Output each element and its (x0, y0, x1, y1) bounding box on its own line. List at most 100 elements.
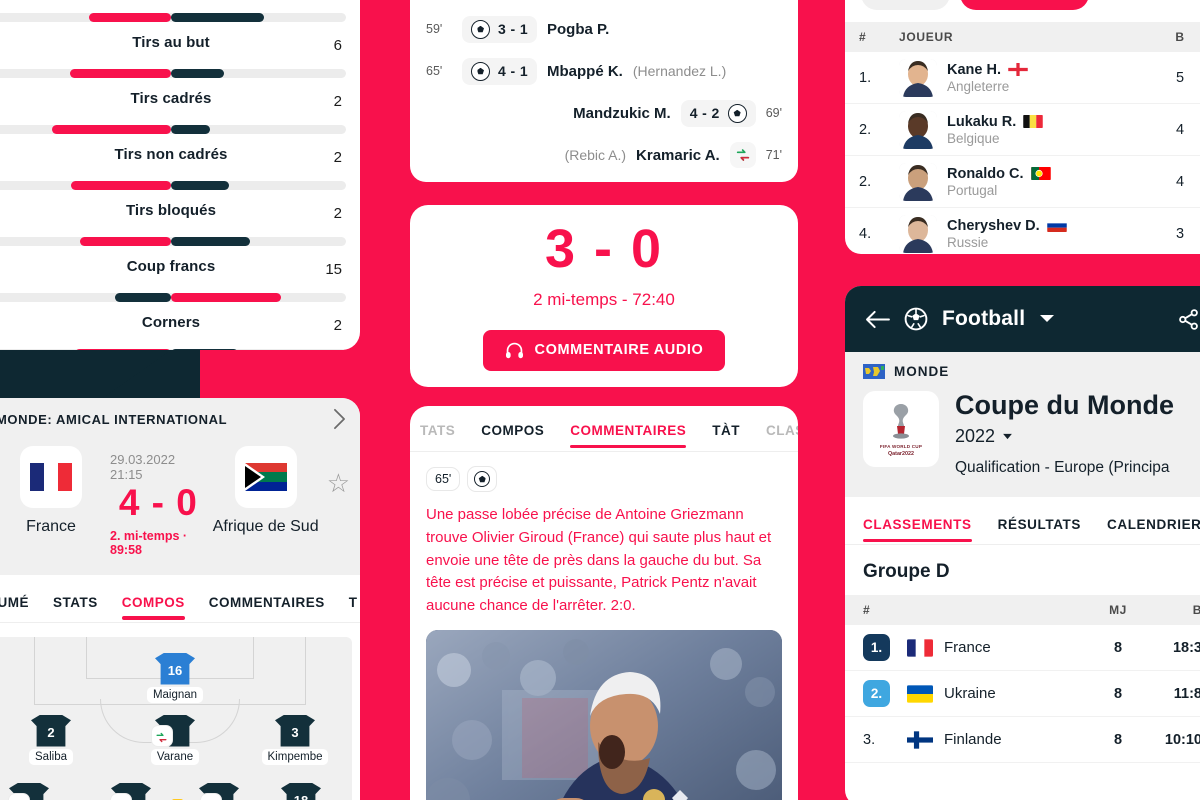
chevron-down-icon[interactable] (1002, 433, 1013, 440)
sport-name: Football (942, 307, 1026, 330)
col-rank: # (863, 603, 871, 618)
standings-mj: 8 (1113, 731, 1123, 748)
back-arrow-icon[interactable] (865, 310, 890, 329)
soccer-ball-icon (904, 307, 928, 331)
belgium-flag-icon (1023, 115, 1044, 128)
away-team[interactable]: Afrique de Sud (207, 446, 325, 536)
scorer-row[interactable]: 1. Kane H. Angleterre 5 (845, 52, 1200, 104)
event-score: 4 - 1 (498, 63, 529, 79)
standings-b: 18:3 (1172, 639, 1200, 656)
event-minute: 71' (765, 148, 782, 162)
avatar (899, 162, 937, 201)
standings-row[interactable]: 2. Ukraine 8 11:8 (845, 671, 1200, 718)
competition-navbar: Football (845, 286, 1200, 352)
share-icon[interactable] (1177, 308, 1200, 331)
audio-commentary-button[interactable]: COMMENTAIRE AUDIO (482, 329, 726, 371)
event-chip: 3 - 1 (462, 15, 538, 43)
stat-bar (0, 237, 346, 246)
commentaries-tabbar: TATS COMPOS COMMENTAIRES TÀT CLASSEME (410, 406, 798, 452)
standings-row[interactable]: 1. France 8 18:3 (845, 625, 1200, 672)
competition-season[interactable]: 2022 (955, 426, 1200, 447)
standings-rank: 3. (863, 732, 907, 748)
event-score: 4 - 2 (689, 105, 720, 121)
stat-right-value: 6 (333, 37, 342, 54)
scorer-name: Kane H. (947, 62, 1154, 78)
player-name: Varane (150, 748, 200, 765)
tab-résultats[interactable]: RÉSULTATS (998, 517, 1081, 544)
scorer-goals: 4 (1175, 173, 1185, 190)
lineup-player[interactable]: 13 (108, 782, 154, 800)
tab-commentaires[interactable]: COMMENTAIRES (209, 595, 325, 622)
stat-row: Tirs au but 6 (0, 22, 346, 78)
tab-sumé[interactable]: SUMÉ (0, 595, 29, 622)
tab-compos[interactable]: COMPOS (121, 595, 185, 622)
lineup-player[interactable]: 3 Kimpembe (261, 714, 329, 765)
star-icon[interactable]: ☆ (327, 446, 350, 499)
soccer-ball-icon (471, 19, 490, 39)
soccer-ball-icon (467, 466, 498, 492)
match-date: 29.03.2022 21:15 (110, 452, 176, 482)
chevron-right-icon[interactable] (333, 408, 346, 430)
tab-calendrier[interactable]: CALENDRIER (1107, 517, 1200, 544)
lineup-player[interactable]: 18 (278, 782, 324, 800)
lineup-player[interactable]: 16 Maignan (146, 652, 204, 703)
event-player: Mandzukic M. (573, 104, 671, 122)
scorer-row[interactable]: 2. Ronaldo C. Portugal 4 (845, 156, 1200, 208)
competition-subtitle: Qualification - Europe (Principa (955, 459, 1170, 477)
stat-label: Tirs au but (132, 34, 210, 51)
event-score: 3 - 1 (498, 21, 529, 37)
south-africa-flag-icon (234, 446, 297, 508)
tab-tàt[interactable]: TÀT (712, 423, 740, 451)
headphones-icon (505, 342, 524, 359)
tab-stats[interactable]: STATS (53, 595, 98, 622)
stat-bar (0, 293, 346, 302)
jersey-number: 3 (291, 725, 299, 741)
stat-bar (0, 69, 346, 78)
rank-badge: 1. (863, 634, 890, 662)
finland-flag-icon (907, 731, 933, 749)
competition-main: FIFA WORLD CUP Qatar2022 Coupe du Monde … (863, 391, 1200, 477)
soccer-ball-icon (727, 103, 747, 123)
live-score: 3 - 0 (544, 218, 664, 279)
match-score: 4 - 0 (118, 482, 198, 523)
stat-row: Tirs bloqués 2 (0, 190, 346, 246)
match-competition-header[interactable]: MONDE: AMICAL INTERNATIONAL (0, 398, 360, 440)
chevron-down-icon[interactable] (1039, 314, 1055, 324)
event-chip: 4 - 2 (680, 99, 756, 127)
scorer-row[interactable]: 4. Cheryshev D. Russie 3 (845, 208, 1200, 254)
lineup-player[interactable]: 4 (172, 782, 242, 800)
stat-bar-home (80, 237, 171, 246)
event-player: Pogba P. (547, 20, 610, 38)
match-competition-label: MONDE: AMICAL INTERNATIONAL (0, 411, 228, 427)
tab-tats[interactable]: TATS (420, 423, 455, 451)
tab-classements[interactable]: CLASSEMENTS (863, 517, 972, 544)
commentary-body: 65' Une passe lobée précise de Antoine G… (410, 452, 798, 800)
segment-global[interactable]: GLOBAL (861, 0, 950, 10)
tab-t[interactable]: T (349, 595, 358, 622)
commentary-meta: 65' (426, 466, 782, 492)
tab-commentaires[interactable]: COMMENTAIRES (570, 423, 687, 451)
france-flag-icon (20, 446, 82, 508)
stat-bar (0, 13, 346, 22)
standings-team: Finlande (944, 731, 1002, 749)
match-score-block: 29.03.2022 21:15 4 - 0 2. mi-temps · 89:… (110, 446, 207, 557)
standings-table-header: # MJ B (845, 595, 1200, 626)
tab-compos[interactable]: COMPOS (481, 423, 544, 451)
home-team[interactable]: France (0, 446, 110, 536)
stat-right-value: 2 (333, 317, 342, 334)
tab-classeme[interactable]: CLASSEME (766, 423, 798, 451)
stat-bar-away (171, 13, 264, 22)
standings-rank: 1. (863, 634, 907, 662)
jersey-icon: 18 (281, 782, 321, 800)
lineup-player[interactable]: 4Varane (150, 714, 200, 765)
group-title: Groupe D (863, 561, 950, 583)
stat-bar-home (69, 69, 171, 78)
lineup-player[interactable]: 2 Saliba (28, 714, 74, 765)
stat-bar (0, 349, 346, 350)
segment-top-buteurs[interactable]: TOP BUTEURS (959, 0, 1089, 10)
lineup-player[interactable]: 15 (6, 782, 52, 800)
substitution-icon (8, 792, 31, 800)
scorer-row[interactable]: 2. Lukaku R. Belgique 4 (845, 104, 1200, 156)
standings-mj: 8 (1113, 685, 1123, 702)
standings-row[interactable]: 3. Finlande 8 10:10 (845, 717, 1200, 764)
